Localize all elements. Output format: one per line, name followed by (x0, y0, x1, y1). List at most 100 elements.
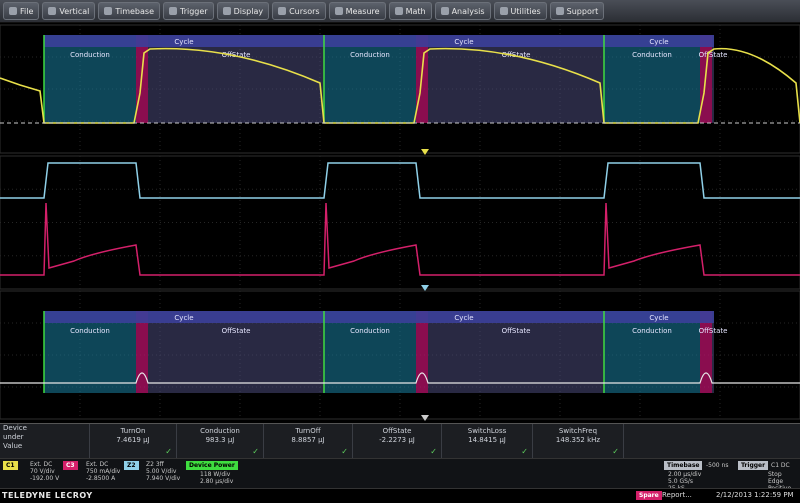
c3-badge[interactable]: C3 (63, 461, 78, 470)
timebase-delay: -500 ns (706, 462, 729, 469)
conduction-label: Conduction (350, 327, 390, 335)
measurement-switchfreq[interactable]: SwitchFreq 148.352 kHz ✓ (533, 424, 624, 458)
measurement-table: Device under Value TurnOn 7.4619 µJ ✓ Conducti… (0, 423, 800, 458)
support-icon (555, 7, 564, 15)
display-icon (222, 7, 231, 15)
trigger-icon (169, 7, 177, 15)
cycle-label: Cycle (174, 38, 193, 46)
check-icon: ✓ (430, 447, 437, 456)
measurement-value: -2.2273 µJ (379, 436, 415, 444)
device-power-descriptor[interactable]: 118 W/div 2.80 µs/div (200, 471, 233, 485)
timebase-badge[interactable]: Timebase (664, 461, 703, 470)
vertical-icon (48, 7, 57, 15)
c1-offset: -192.00 V (30, 475, 60, 482)
conduction-label: Conduction (632, 327, 672, 335)
trigger-mode: Stop (768, 471, 782, 478)
menu-label: Utilities (510, 6, 541, 16)
measurement-turnoff[interactable]: TurnOff 8.8857 µJ ✓ (264, 424, 353, 458)
offstate-zone (148, 311, 324, 393)
conduction-zone (604, 311, 700, 393)
check-icon: ✓ (521, 447, 528, 456)
menu-timebase-button[interactable]: Timebase (98, 2, 160, 20)
measurement-conduction[interactable]: Conduction 983.3 µJ ✓ (177, 424, 264, 458)
cycle-label: Cycle (649, 314, 668, 322)
measurement-header-line: Device (3, 424, 27, 432)
cursors-icon (278, 7, 287, 15)
date-time: 2/12/2013 1:22:59 PM (716, 491, 794, 499)
menu-file-button[interactable]: File (3, 2, 40, 20)
turnoff-zone (136, 311, 148, 393)
trigger-badge[interactable]: Trigger (738, 461, 769, 470)
cycle-label: Cycle (649, 38, 668, 46)
offstate-zone (712, 311, 714, 393)
measurement-label: SwitchFreq (558, 427, 598, 435)
c1-descriptor[interactable]: Ext. DC 70 V/div -192.00 V (30, 461, 59, 482)
conduction-zone (604, 35, 700, 123)
z2-descriptor[interactable]: Z2 3ff 5.00 V/div 7.940 V/div (146, 461, 180, 482)
check-icon: ✓ (341, 447, 348, 456)
timebase-sample-rate: 5.0 GS/s (668, 478, 694, 485)
conduction-label: Conduction (70, 327, 110, 335)
measurement-value: 983.3 µJ (205, 436, 235, 444)
measurement-header-line: Value (3, 442, 23, 450)
menu-vertical-button[interactable]: Vertical (42, 2, 96, 20)
cycle-label: Cycle (174, 314, 193, 322)
measurement-value: 7.4619 µJ (116, 436, 150, 444)
measurement-label: SwitchLoss (467, 427, 507, 435)
z2-offset: 7.940 V/div (146, 475, 181, 482)
menu-measure-button[interactable]: Measure (328, 2, 386, 20)
menu-support-button[interactable]: Support (549, 2, 605, 20)
c3-offset: -2.8500 A (86, 475, 116, 482)
conduction-label: Conduction (632, 51, 672, 59)
measurement-label: Conduction (200, 427, 240, 435)
menu-display-button[interactable]: Display (216, 2, 270, 20)
offstate-label: OffState (699, 327, 728, 335)
device-power-badge[interactable]: Device Power (186, 461, 238, 470)
channel-descriptor-bar: C1 Ext. DC 70 V/div -192.00 V C3 Ext. DC… (0, 458, 800, 492)
conduction-zone (324, 35, 416, 123)
offstate-label: OffState (699, 51, 728, 59)
trigger-source: C1 DC (771, 462, 790, 469)
trigger-marker-icon (421, 415, 429, 421)
waveform-canvas: Cycle Conduction OffState Cycle Conduction Of… (0, 24, 800, 421)
device-power-scale: 118 W/div (200, 471, 231, 478)
measurement-switchloss[interactable]: SwitchLoss 14.8415 µJ ✓ (442, 424, 533, 458)
c3-descriptor[interactable]: Ext. DC 750 mA/div -2.8500 A (86, 461, 120, 482)
menu-utilities-button[interactable]: Utilities (493, 2, 547, 20)
conduction-zone (44, 311, 136, 393)
utilities-icon (499, 7, 508, 15)
offstate-zone (712, 35, 714, 123)
measurement-offstate[interactable]: OffState -2.2273 µJ ✓ (353, 424, 442, 458)
measurement-header: Device under Value (0, 424, 90, 458)
brand-logo: TELEDYNE LECROY (2, 491, 93, 500)
offstate-label: OffState (222, 327, 251, 335)
measurement-value: 14.8415 µJ (468, 436, 506, 444)
status-bar: TELEDYNE LECROY Spare Report... 2/12/201… (0, 488, 800, 503)
c1-coupling: Ext. DC (30, 461, 53, 468)
report-link[interactable]: Report... (662, 492, 692, 499)
c1-badge[interactable]: C1 (3, 461, 18, 470)
measurement-label: OffState (382, 427, 412, 435)
z2-scale: 5.00 V/div (146, 468, 177, 475)
measure-icon (334, 7, 343, 15)
trigger-marker-icon (421, 149, 429, 155)
menu-label: Timebase (115, 6, 154, 16)
measurement-value: 148.352 kHz (555, 436, 601, 444)
conduction-zone (324, 311, 416, 393)
analysis-icon (440, 7, 449, 15)
c1-scale: 70 V/div (30, 468, 55, 475)
status-tag: Spare (636, 491, 662, 500)
timebase-icon (104, 7, 113, 15)
menu-label: Vertical (59, 6, 90, 16)
z2-badge[interactable]: Z2 (124, 461, 139, 470)
menu-label: File (20, 6, 34, 16)
waveform-display[interactable]: Cycle Conduction OffState Cycle Conduction Of… (0, 23, 800, 423)
turnoff-zone (700, 311, 712, 393)
measurement-turnon[interactable]: TurnOn 7.4619 µJ ✓ (90, 424, 177, 458)
menu-label: Support (566, 6, 599, 16)
menu-trigger-button[interactable]: Trigger (163, 2, 214, 20)
cycle-label: Cycle (454, 38, 473, 46)
menu-math-button[interactable]: Math (388, 2, 432, 20)
menu-analysis-button[interactable]: Analysis (434, 2, 491, 20)
menu-cursors-button[interactable]: Cursors (272, 2, 326, 20)
